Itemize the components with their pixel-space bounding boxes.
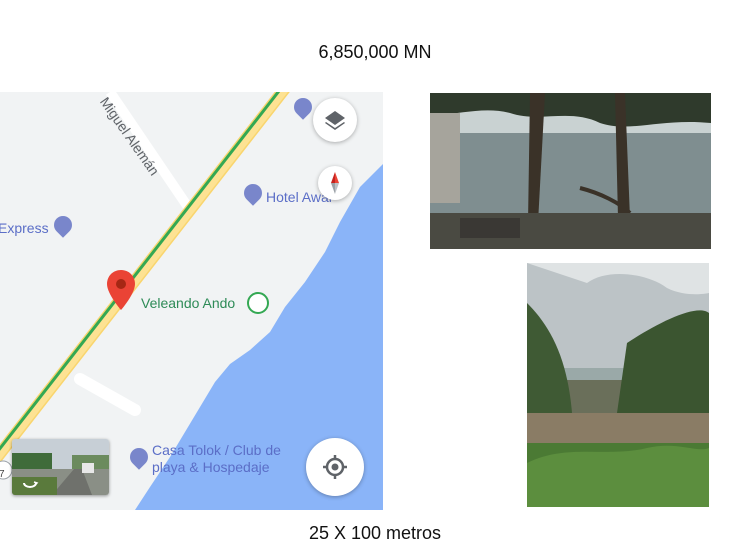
lot-size-label: 25 X 100 metros (308, 523, 442, 543)
compass-button[interactable] (318, 166, 352, 200)
waterfront-photo (430, 93, 711, 249)
hotel-icon (298, 102, 308, 112)
street-view-thumbnail[interactable] (12, 439, 109, 495)
casa-tolok-label-line1: Casa Tolok / Club de (152, 442, 281, 458)
layers-icon (325, 111, 345, 130)
price-label: 6,850,000 MN (318, 42, 432, 62)
hotel-icon (58, 220, 68, 230)
street-view-icon (12, 439, 109, 495)
casa-tolok-label-line2: playa & Hospedaje (152, 459, 270, 475)
location-pin-icon[interactable] (107, 270, 135, 310)
my-location-button[interactable] (306, 438, 364, 496)
lot-photo-image (527, 263, 709, 507)
hotel-icon (134, 452, 144, 462)
layers-button[interactable] (313, 98, 357, 142)
veleando-ando-label[interactable]: Veleando Ando (141, 295, 235, 311)
boat-icon[interactable] (247, 292, 269, 314)
hotel-icon (248, 188, 258, 198)
compass-icon (331, 172, 339, 194)
map-view[interactable]: 7 Miguel Alemán Hotel Awal Express Velea… (0, 92, 383, 510)
lot-photo (527, 263, 709, 507)
my-location-icon (323, 455, 347, 479)
waterfront-photo-image (430, 93, 711, 249)
express-label[interactable]: Express (0, 220, 49, 236)
route-badge-label: 7 (0, 469, 5, 480)
casa-tolok-label[interactable]: Casa Tolok / Club de playa & Hospedaje (152, 442, 281, 476)
